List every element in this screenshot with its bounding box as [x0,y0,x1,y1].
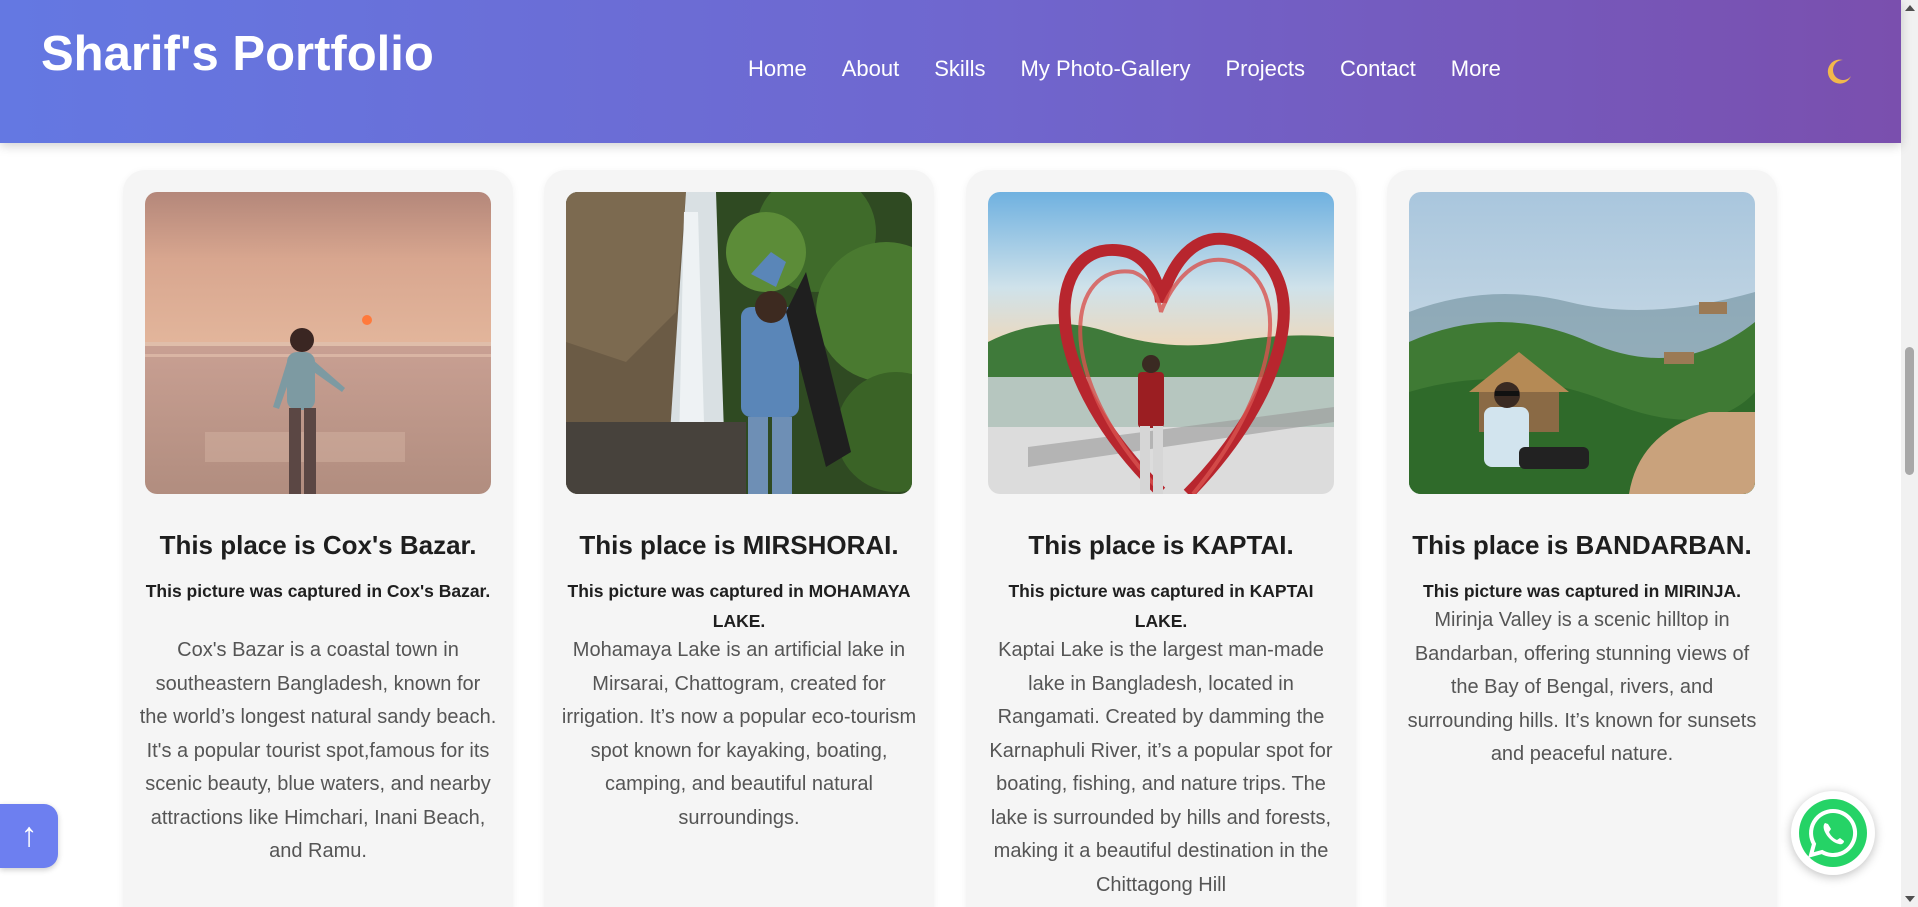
gallery-card: This place is KAPTAI. This picture was c… [966,170,1356,907]
scroll-to-top-button[interactable]: ↑ [0,804,58,868]
card-title: This place is BANDARBAN. [1412,530,1752,560]
page-scrollbar[interactable] [1901,0,1918,907]
whatsapp-button[interactable] [1791,791,1875,875]
main-nav: Home About Skills My Photo-Gallery Proje… [748,56,1536,82]
card-description: Cox's Bazar is a coastal town in southea… [139,639,497,862]
moon-icon[interactable] [1823,56,1855,88]
card-caption: This picture was captured in MOHAMAYA LA… [567,581,911,631]
nav-skills[interactable]: Skills [934,56,985,82]
nav-about[interactable]: About [842,56,900,82]
card-caption: This picture was captured in MIRINJA. [1423,581,1741,601]
nav-home[interactable]: Home [748,56,807,82]
site-header: Sharif's Portfolio Home About Skills My … [0,0,1901,143]
scroll-down-arrow-icon[interactable] [1905,896,1915,902]
nav-photo-gallery[interactable]: My Photo-Gallery [1021,56,1191,82]
gallery-card: This place is BANDARBAN. This picture wa… [1387,170,1777,907]
card-description: Mohamaya Lake is an artificial lake in M… [561,639,917,829]
card-description: Kaptai Lake is the largest man-made lake… [989,639,1333,896]
scroll-up-arrow-icon[interactable] [1905,5,1915,11]
kaptai-lake-photo [988,192,1334,494]
gallery-card: This place is Cox's Bazar. This picture … [123,170,513,907]
card-title: This place is Cox's Bazar. [159,530,477,560]
mirinja-photo [1409,192,1755,494]
card-caption: This picture was captured in KAPTAI LAKE… [1008,581,1314,631]
whatsapp-icon [1799,799,1867,867]
card-description: Mirinja Valley is a scenic hilltop in Ba… [1407,609,1757,765]
nav-contact[interactable]: Contact [1340,56,1416,82]
nav-more[interactable]: More [1451,56,1501,82]
arrow-up-icon: ↑ [20,816,38,854]
card-title: This place is KAPTAI. [1028,530,1294,560]
coxs-bazar-photo [145,192,491,494]
card-title: This place is MIRSHORAI. [579,530,899,560]
card-caption: This picture was captured in Cox's Bazar… [145,581,491,601]
scrollbar-thumb[interactable] [1905,347,1914,475]
brand-title[interactable]: Sharif's Portfolio [41,26,434,82]
gallery-card: This place is MIRSHORAI. This picture wa… [544,170,934,907]
nav-projects[interactable]: Projects [1225,56,1304,82]
mohamaya-lake-photo [566,192,912,494]
